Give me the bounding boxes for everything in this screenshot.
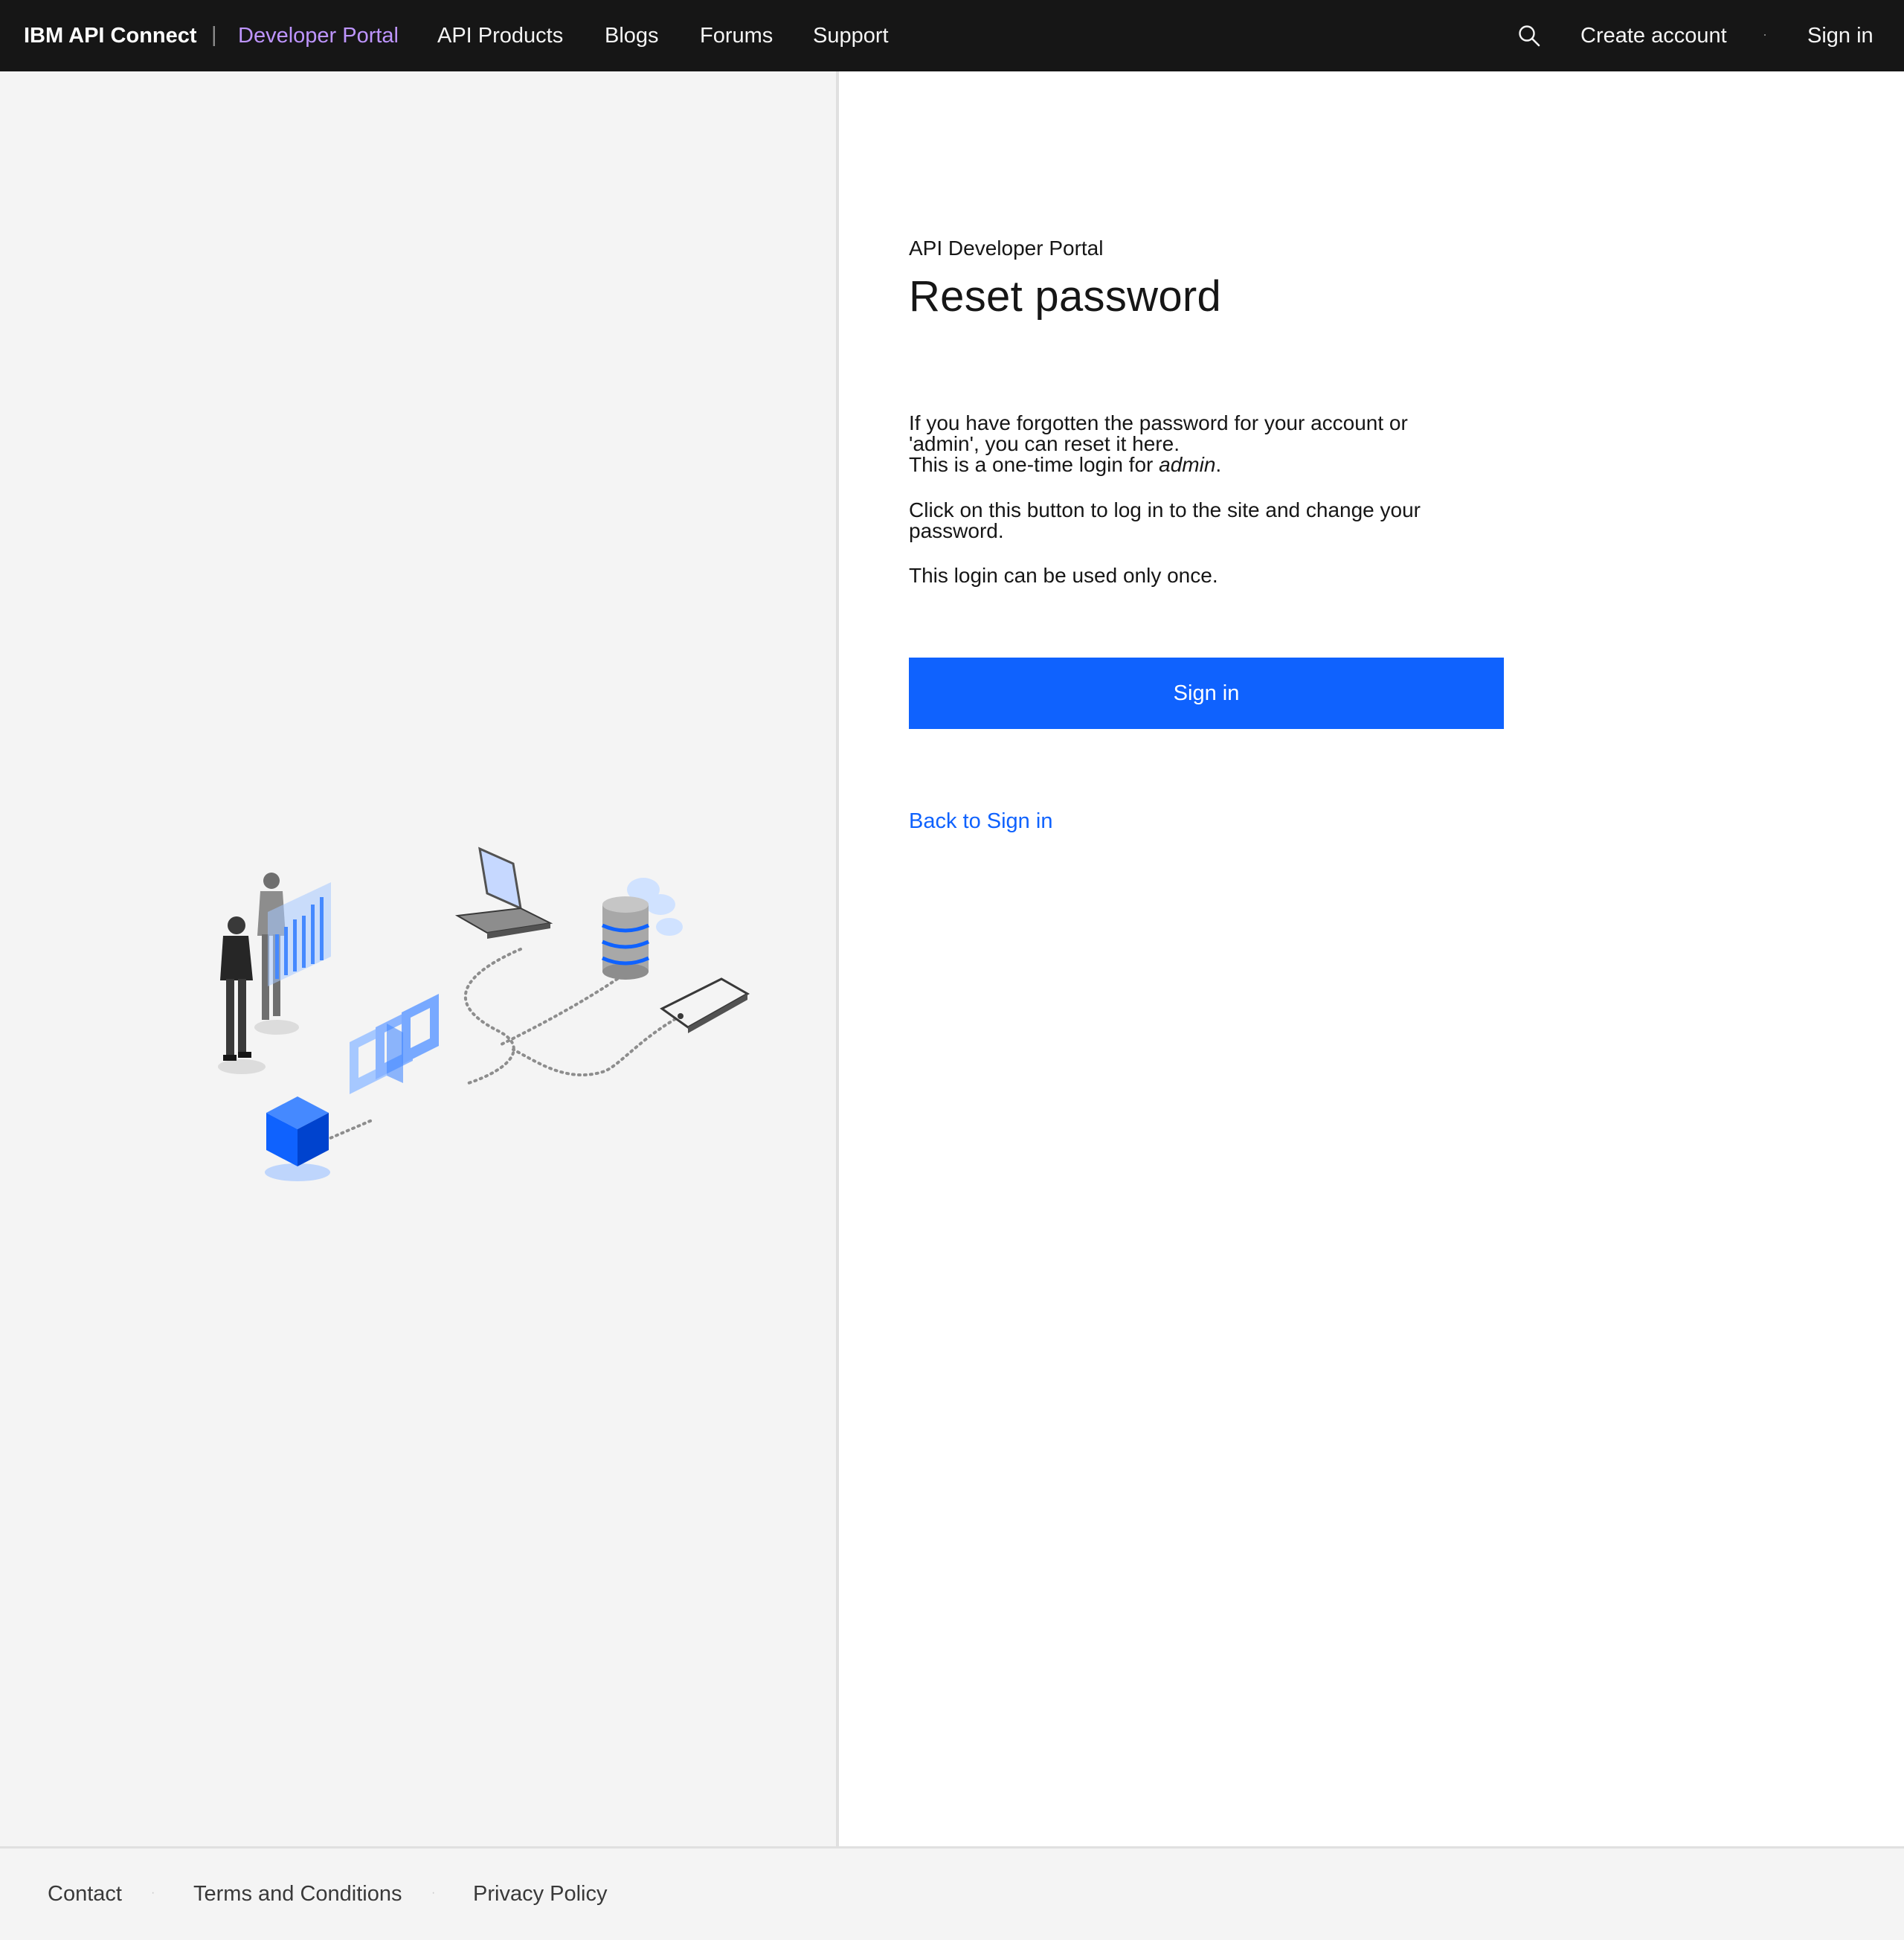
instructions-line: password. [909, 519, 1004, 542]
footer-privacy-link[interactable]: Privacy Policy [473, 1849, 608, 1940]
illustration-panel [0, 71, 839, 1846]
nav-link-support[interactable]: Support [813, 0, 889, 71]
sign-in-button[interactable]: Sign in [909, 658, 1504, 729]
change-password-instructions: Click on this button to log in to the si… [909, 500, 1519, 542]
page-title: Reset password [909, 272, 1222, 321]
instructions-line: If you have forgotten the password for y… [909, 411, 1408, 434]
instructions-line: Click on this button to log in to the si… [909, 498, 1421, 521]
login-username: admin [1159, 453, 1216, 476]
create-account-link[interactable]: Create account [1580, 0, 1727, 71]
nav-link-developer-portal[interactable]: Developer Portal [238, 0, 399, 71]
one-time-login-line: This is a one-time login for admin. [909, 455, 1519, 475]
one-time-login-suffix: . [1215, 453, 1222, 476]
reset-password-panel [842, 71, 1904, 1846]
top-navigation: IBM API Connect | Developer Portal API P… [0, 0, 1904, 71]
search-icon[interactable] [1517, 24, 1541, 48]
footer-contact-link[interactable]: Contact [48, 1849, 122, 1940]
footer-divider-dot: · [151, 1886, 155, 1899]
api-gateway-icon [350, 994, 439, 1094]
laptop-icon [454, 847, 553, 939]
nav-link-forums[interactable]: Forums [700, 0, 773, 71]
one-time-login-prefix: This is a one-time login for [909, 453, 1160, 476]
brand-logo-link[interactable]: IBM API Connect [24, 0, 197, 71]
brand-separator: | [211, 23, 217, 47]
database-icon [601, 896, 650, 980]
footer-divider-dot: · [431, 1886, 436, 1899]
reset-instructions: If you have forgotten the password for y… [909, 413, 1519, 475]
single-use-notice: This login can be used only once. [909, 564, 1218, 587]
back-to-sign-in-link[interactable]: Back to Sign in [909, 809, 1052, 834]
footer: Contact · Terms and Conditions · Privacy… [0, 1846, 1904, 1940]
api-connect-illustration [218, 847, 750, 1181]
portal-eyebrow: API Developer Portal [909, 237, 1104, 260]
nav-link-blogs[interactable]: Blogs [605, 0, 659, 71]
phone-icon [660, 977, 750, 1033]
nav-divider-dot: · [1763, 27, 1767, 42]
footer-terms-link[interactable]: Terms and Conditions [193, 1849, 402, 1940]
nav-sign-in-link[interactable]: Sign in [1807, 0, 1874, 71]
cube-icon [265, 1096, 330, 1181]
nav-link-api-products[interactable]: API Products [437, 0, 563, 71]
instructions-line: 'admin', you can reset it here. [909, 432, 1180, 455]
